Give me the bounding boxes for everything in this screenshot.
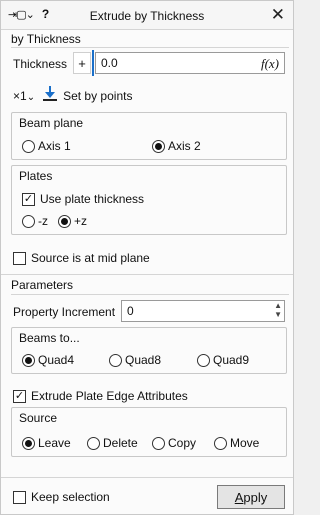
checkbox[interactable]: ✓ [22,192,35,206]
radio-minus-z[interactable]: -z [22,214,48,228]
plus-label: + [78,55,86,71]
title-bar: ⇥▢⌄ ? Extrude by Thickness ✕ [1,1,293,29]
extrude-edge-row[interactable]: ✓ Extrude Plate Edge Attributes [13,389,188,403]
radio-button[interactable] [87,436,100,450]
window-title: Extrude by Thickness [89,9,205,23]
beams-to-group: Beams to... Quad4 Quad8 Quad9 [11,327,287,374]
spinner-icon[interactable]: ▲ ▼ [274,301,282,319]
thickness-value: 0.0 [101,56,118,70]
radio-label: Quad9 [213,353,250,367]
checkbox[interactable] [13,490,26,504]
apply-accel: A [234,489,244,505]
source-mid-plane-label: Source is at mid plane [31,251,150,265]
radio-label: +z [74,214,88,228]
radio-label: Move [230,436,260,450]
property-increment-input[interactable]: 0 ▲ ▼ [121,300,285,322]
radio-button[interactable] [152,139,165,153]
close-icon[interactable]: ✕ [271,6,285,23]
radio-axis-2[interactable]: Axis 2 [152,139,201,153]
set-by-points-row: ×1⌄ Set by points [13,86,132,105]
use-plate-thickness-row[interactable]: ✓ Use plate thickness [22,192,144,206]
radio-label: Quad8 [125,353,162,367]
radio-button[interactable] [22,139,35,153]
radio-button[interactable] [22,436,35,450]
use-plate-thickness-label: Use plate thickness [40,192,145,206]
divider [1,274,293,275]
radio-button[interactable] [197,353,210,367]
input-focus-bar [92,50,94,76]
radio-button[interactable] [22,353,35,367]
radio-button[interactable] [58,214,71,228]
beam-plane-title: Beam plane [19,116,84,130]
radio-label: Leave [38,436,71,450]
parameters-label: Parameters [11,278,74,292]
property-increment-value: 0 [127,304,134,318]
radio-plus-z[interactable]: +z [58,214,87,228]
radio-quad4[interactable]: Quad4 [22,353,74,367]
radio-move[interactable]: Move [214,436,259,450]
extrude-dialog: ⇥▢⌄ ? Extrude by Thickness ✕ by Thicknes… [0,0,294,515]
apply-button[interactable]: Apply [217,485,285,509]
keep-selection-label: Keep selection [31,490,110,504]
radio-axis-1[interactable]: Axis 1 [22,139,71,153]
divider [1,477,293,478]
radio-label: Copy [168,436,197,450]
checkbox[interactable] [13,251,26,265]
multiplier-label: ×1 [13,88,27,103]
radio-label: Axis 1 [38,139,71,153]
divider [1,29,293,30]
radio-quad8[interactable]: Quad8 [109,353,161,367]
divider [11,47,289,48]
plates-title: Plates [19,169,53,183]
set-by-points-label[interactable]: Set by points [63,89,132,103]
apply-label: pply [243,489,268,505]
keep-selection-row[interactable]: Keep selection [13,490,110,504]
beams-to-title: Beams to... [19,331,80,345]
fx-button[interactable]: f(x) [261,56,279,72]
multiplier-dropdown[interactable]: ×1⌄ [13,89,35,103]
by-thickness-label: by Thickness [11,32,81,46]
radio-leave[interactable]: Leave [22,436,71,450]
thickness-plus-button[interactable]: + [73,52,91,74]
radio-delete[interactable]: Delete [87,436,138,450]
set-by-points-icon[interactable] [43,86,58,105]
chevron-down-icon: ⌄ [26,91,36,103]
source-title: Source [19,411,58,425]
radio-button[interactable] [152,436,165,450]
radio-label: Axis 2 [168,139,201,153]
radio-label: Delete [103,436,138,450]
radio-copy[interactable]: Copy [152,436,196,450]
radio-quad9[interactable]: Quad9 [197,353,249,367]
plates-group: Plates ✓ Use plate thickness -z +z [11,165,287,235]
checkbox[interactable]: ✓ [13,389,26,403]
radio-label: -z [38,214,48,228]
divider [11,294,289,295]
radio-button[interactable] [22,214,35,228]
radio-button[interactable] [214,436,227,450]
thickness-label: Thickness [13,57,68,71]
extrude-edge-label: Extrude Plate Edge Attributes [31,389,188,403]
radio-button[interactable] [109,353,122,367]
beam-plane-group: Beam plane Axis 1 Axis 2 [11,112,287,160]
thickness-input[interactable]: 0.0 f(x) [95,52,285,74]
source-group: Source Leave Delete Copy Move [11,407,287,457]
property-increment-label: Property Increment [13,305,116,319]
radio-label: Quad4 [38,353,75,367]
source-mid-plane-row[interactable]: Source is at mid plane [13,251,150,265]
